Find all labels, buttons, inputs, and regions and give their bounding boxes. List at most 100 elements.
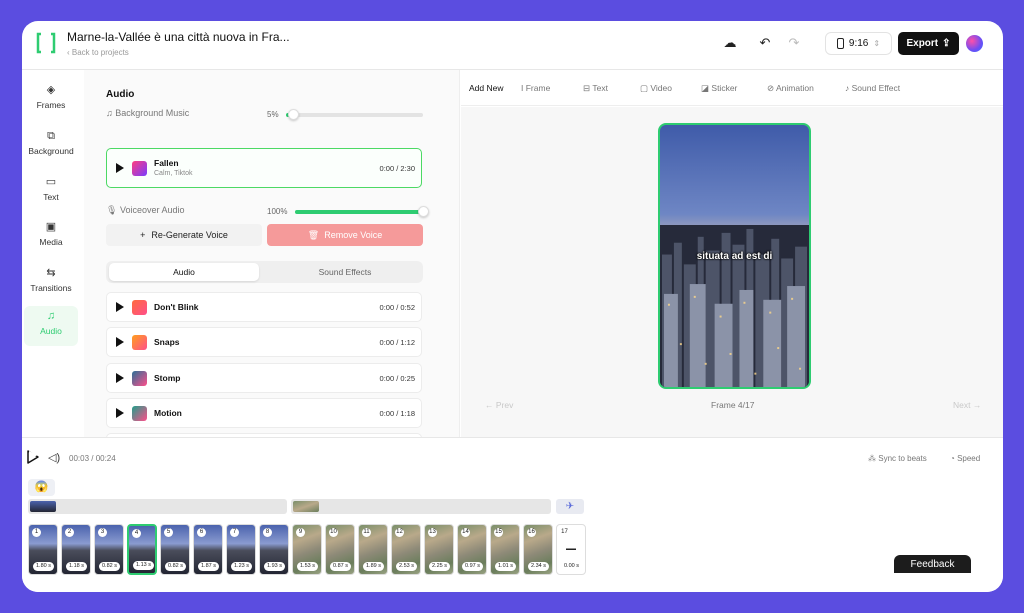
transition-track-item[interactable]: ✈ (556, 499, 584, 514)
track-name: Stomp (154, 372, 181, 383)
timeline-frame[interactable]: 14 0.97 s (457, 524, 487, 575)
track-item[interactable]: Stomp 0:00 / 0:25 (106, 362, 422, 393)
timeline-frame[interactable]: 7 1.23 s (226, 524, 256, 575)
export-label: Export (906, 38, 939, 49)
frame-duration: 1.01 s (495, 562, 516, 571)
next-button[interactable]: Next → (953, 400, 981, 410)
regenerate-voice-button[interactable]: + Re-Generate Voice (106, 224, 262, 246)
prev-button[interactable]: ← Prev (485, 400, 513, 410)
cloud-save-icon[interactable]: ☁ (722, 35, 738, 51)
frame-caption[interactable]: situata ad est di (660, 251, 809, 262)
play-icon[interactable] (116, 407, 124, 418)
clip-track-2[interactable] (291, 499, 551, 514)
volume-icon[interactable]: ◁) (48, 451, 60, 464)
frame-number: 15 (494, 528, 503, 537)
track-thumbnail (132, 370, 147, 386)
timeline-frame[interactable]: 17 ▬▬ 0.00 s (556, 524, 586, 575)
play-icon[interactable] (116, 337, 124, 348)
selected-track[interactable]: Fallen Calm, Tiktok 0:00 / 2:30 (106, 148, 422, 188)
clip-track-1[interactable] (28, 499, 287, 514)
background-music-label: ♫ Background Music (106, 108, 189, 118)
voiceover-label: 🎙︎ Voiceover Audio (106, 205, 184, 216)
timeline-frame[interactable]: 3 0.82 s (94, 524, 124, 575)
frame-duration: 1.53 s (297, 562, 318, 571)
background-music-text: Background Music (115, 108, 190, 118)
timeline-frame[interactable]: 16 2.34 s (523, 524, 553, 575)
toolbar-animation[interactable]: ⊘ Animation (767, 83, 814, 94)
chevron-updown-icon: ⇕ (873, 39, 881, 48)
timeline-frame[interactable]: 1 1.80 s (28, 524, 58, 575)
frame-duration: 0.82 s (99, 562, 120, 571)
toolbar-text-label: Text (592, 83, 608, 93)
plus-icon: + (140, 230, 146, 240)
app-logo-icon[interactable] (36, 32, 56, 54)
text-icon: ▭ (45, 176, 57, 188)
audio-tabs: Audio Sound Effects (106, 261, 423, 283)
sound-effect-icon: ♪ (845, 83, 852, 93)
remove-voice-label: Remove Voice (324, 230, 383, 240)
frame-duration: 0.82 s (165, 562, 186, 571)
timeline-frame[interactable]: 9 1.53 s (292, 524, 322, 575)
timeline-frame[interactable]: 5 0.82 s (160, 524, 190, 575)
redo-icon[interactable]: ↷ (786, 35, 802, 51)
nav-item-label: Transitions (30, 283, 72, 293)
timeline-frame[interactable]: 8 1.93 s (259, 524, 289, 575)
aspect-ratio-select[interactable]: 9:16 ⇕ (825, 32, 892, 55)
toolbar-sticker[interactable]: ◪ Sticker (701, 83, 737, 94)
sync-to-beats-button[interactable]: ⁂ Sync to beats (868, 454, 927, 463)
timeline-frame[interactable]: 6 1.87 s (193, 524, 223, 575)
play-icon[interactable] (116, 372, 124, 383)
frame-duration: 0.87 s (330, 562, 351, 571)
remove-voice-button[interactable]: 🗑︎ Remove Voice (267, 224, 423, 246)
voiceover-slider-handle[interactable] (418, 206, 429, 217)
timeline-frame[interactable]: 12 2.53 s (391, 524, 421, 575)
nav-item-audio[interactable]: ♫ Audio (24, 306, 78, 346)
track-item[interactable]: Motion 0:00 / 1:18 (106, 397, 422, 428)
feedback-button[interactable]: Feedback (894, 555, 971, 573)
nav-item-label: Text (43, 192, 59, 202)
sticker-track-item[interactable]: 😱 (28, 479, 55, 496)
track-duration: 0:00 / 0:25 (379, 373, 415, 383)
tab-sound-effects[interactable]: Sound Effects (270, 263, 420, 281)
toolbar-video[interactable]: ▢ Video (640, 83, 672, 94)
undo-icon[interactable]: ↶ (757, 35, 773, 51)
play-icon[interactable] (116, 302, 124, 312)
timeline-frame[interactable]: 11 1.89 s (358, 524, 388, 575)
toolbar-frame[interactable]: I Frame (521, 83, 550, 93)
export-button[interactable]: Export ⇪ (898, 32, 959, 55)
nav-item-frames[interactable]: ◈ Frames (24, 80, 78, 120)
nav-item-background[interactable]: ⧉ Background (24, 126, 78, 166)
voiceover-slider-fill (295, 210, 423, 214)
timeline-play-icon[interactable] (26, 449, 40, 465)
background-music-slider-handle[interactable] (287, 109, 299, 120)
frame-duration: 1.23 s (231, 562, 252, 571)
track-item[interactable]: Don't Blink 0:00 / 0:52 (106, 292, 422, 322)
track-thumbnail (132, 405, 147, 421)
music-note-icon: ♫ (106, 108, 116, 118)
project-title[interactable]: Marne-la-Vallée è una città nuova in Fra… (67, 30, 290, 44)
next-label: Next (953, 400, 971, 410)
toolbar-sound-effect[interactable]: ♪ Sound Effect (845, 83, 900, 93)
nav-item-label: Media (39, 237, 63, 247)
back-to-projects-link[interactable]: ‹ Back to projects (67, 48, 129, 57)
timeline-frame[interactable]: 10 0.87 s (325, 524, 355, 575)
nav-item-transitions[interactable]: ⇆ Transitions (24, 263, 78, 303)
nav-item-media[interactable]: ▣ Media (24, 217, 78, 257)
timeline-frame[interactable]: 4 1.13 s (127, 524, 157, 575)
tab-audio[interactable]: Audio (109, 263, 259, 281)
timeline-frame[interactable]: 2 1.18 s (61, 524, 91, 575)
track-item[interactable]: Snaps 0:00 / 1:12 (106, 327, 422, 358)
background-music-slider[interactable] (286, 113, 423, 117)
play-icon[interactable] (116, 163, 124, 173)
timeline-frame[interactable]: 13 2.25 s (424, 524, 454, 575)
user-avatar[interactable] (966, 35, 983, 52)
sync-icon: ⁂ (868, 454, 879, 463)
toolbar-text[interactable]: ⊟ Text (583, 83, 608, 94)
toolbar-video-label: Video (650, 83, 672, 93)
frame-preview[interactable]: situata ad est di (658, 123, 811, 389)
frame-number: 11 (362, 528, 371, 537)
speed-button[interactable]: ◔ Speed (950, 454, 980, 463)
nav-item-label: Frames (36, 100, 66, 110)
timeline-frame[interactable]: 15 1.01 s (490, 524, 520, 575)
nav-item-text[interactable]: ▭ Text (24, 172, 78, 212)
